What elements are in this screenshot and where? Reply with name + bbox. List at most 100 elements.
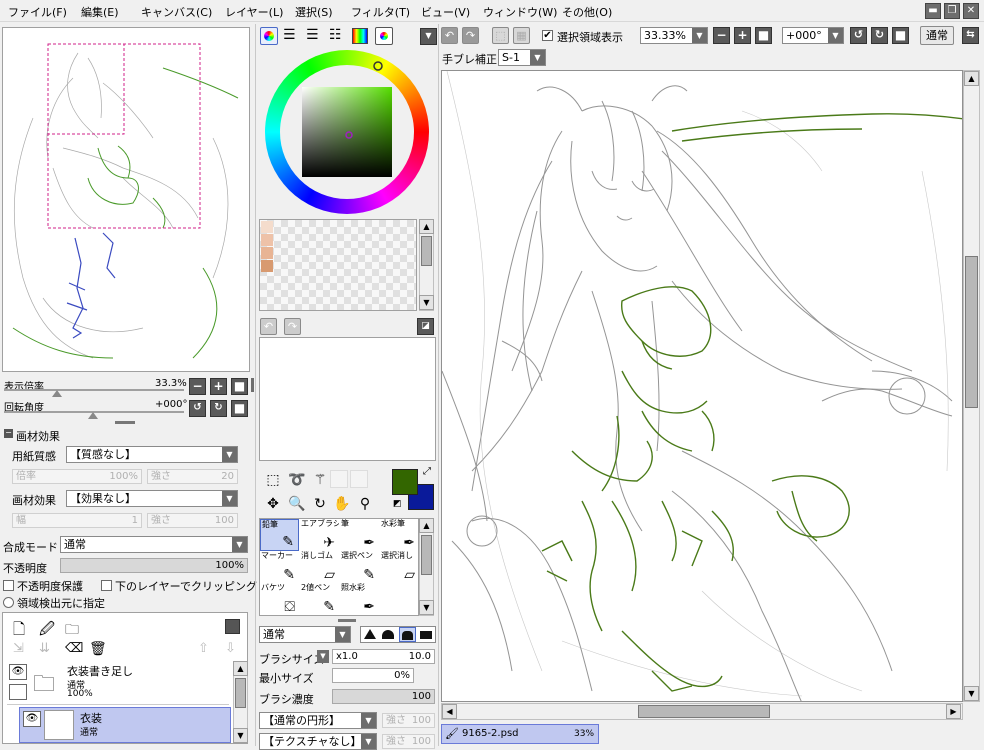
brush-slot[interactable]: 選択ペン ✎ — [340, 551, 379, 583]
brush-blend-dropdown[interactable]: 通常 ▼ — [259, 626, 351, 643]
density-slider[interactable]: 100 — [332, 689, 435, 704]
zoom-out-button[interactable]: − — [713, 27, 730, 44]
menu-edit[interactable]: 編集(E) — [81, 4, 119, 20]
nav-zoom-slider[interactable] — [4, 389, 184, 391]
canvas-vscroll-thumb[interactable] — [965, 256, 978, 408]
scroll-down-icon[interactable]: ▼ — [964, 686, 979, 701]
stabilizer-dropdown[interactable]: S-1 ▼ — [498, 49, 546, 66]
merge-down-icon[interactable]: ⇊ — [39, 641, 50, 656]
scratchpad-area[interactable] — [259, 337, 436, 461]
mixer-tab[interactable]: ☷ — [329, 27, 342, 43]
minimize-button[interactable]: ▬ — [925, 3, 941, 19]
swatch[interactable] — [261, 260, 273, 272]
transfer-down-icon[interactable]: ⇲ — [13, 641, 24, 656]
brush-slot[interactable]: 照水彩 ✒ — [340, 583, 379, 615]
scroll-down-icon[interactable]: ▼ — [419, 600, 434, 615]
scroll-left-icon[interactable]: ◀ — [442, 704, 457, 719]
opacity-slider[interactable]: 100% — [60, 558, 248, 573]
rgb-slider-tab[interactable]: ☰ — [283, 27, 296, 43]
rotation-dropdown[interactable]: +000° ▼ — [782, 27, 844, 44]
navigator-splitter[interactable] — [251, 378, 254, 392]
nav-rotate-right-button[interactable]: ↻ — [210, 400, 227, 417]
layer-scrollbar[interactable]: ▲ ▼ — [233, 661, 248, 743]
chevron-down-icon[interactable]: ▼ — [317, 650, 329, 663]
menu-layer[interactable]: レイヤー(L) — [225, 4, 283, 20]
brush-slot[interactable]: 選択消し ▱ — [380, 551, 419, 583]
scroll-right-icon[interactable]: ▶ — [946, 704, 961, 719]
brush-slot[interactable]: 鉛筆 ✎ — [260, 519, 299, 551]
canvas-vertical-scrollbar[interactable]: ▲ ▼ — [963, 70, 980, 702]
edge-soft-icon[interactable] — [382, 630, 394, 639]
scratch-undo-button[interactable]: ↶ — [260, 318, 277, 335]
restore-button[interactable]: ❐ — [944, 3, 960, 19]
nav-zoom-in-button[interactable]: + — [210, 378, 227, 395]
menu-filter[interactable]: フィルタ(T) — [351, 4, 410, 20]
show-selection-checkbox[interactable]: ✔ — [542, 30, 553, 41]
brush-texture-dropdown[interactable]: 【テクスチャなし】 ▼ — [259, 733, 377, 750]
brush-slot[interactable]: マーカー ✎ — [260, 551, 299, 583]
delete-layer-icon[interactable]: 🗑 — [89, 641, 107, 657]
swatch-tab[interactable] — [352, 28, 368, 44]
rotate-left-button[interactable]: ↺ — [850, 27, 867, 44]
menu-select[interactable]: 選択(S) — [295, 4, 333, 20]
scroll-up-icon[interactable]: ▲ — [419, 219, 434, 234]
scratch-clear-button[interactable]: ◪ — [417, 318, 434, 335]
edge-selected-icon[interactable] — [399, 627, 416, 642]
menu-file[interactable]: ファイル(F) — [8, 4, 67, 20]
navigator-preview[interactable] — [2, 27, 250, 372]
eye-icon[interactable]: 👁 — [23, 711, 41, 727]
brush-slot[interactable]: 2値ペン ✎ — [300, 583, 339, 615]
layer-up-icon[interactable]: ⇧ — [198, 641, 209, 656]
brush-scroll-thumb[interactable] — [421, 535, 432, 575]
menu-other[interactable]: その他(O) — [562, 4, 612, 20]
edge-hard-icon[interactable] — [364, 629, 376, 639]
swatch-grid[interactable] — [259, 219, 417, 311]
rotate-right-button[interactable]: ↻ — [871, 27, 888, 44]
layer-row[interactable]: 👁 🗀 衣装書き足し 通常 100% — [7, 661, 229, 705]
scroll-down-icon[interactable]: ▼ — [419, 295, 434, 310]
clipping-checkbox[interactable] — [101, 580, 112, 591]
menu-window[interactable]: ウィンドウ(W) — [483, 4, 557, 20]
brush-slot[interactable]: バケツ ⛋ — [260, 583, 299, 615]
zoom-in-button[interactable]: + — [734, 27, 751, 44]
scroll-up-icon[interactable]: ▲ — [419, 518, 434, 533]
scratchpad-tab[interactable] — [375, 27, 393, 45]
zoom-dropdown[interactable]: 33.33% ▼ — [640, 27, 708, 44]
brush-scrollbar[interactable]: ▲ ▼ — [419, 518, 434, 616]
layer-options-button[interactable] — [225, 619, 240, 634]
select-all-button[interactable]: ▦ — [513, 27, 530, 44]
swatch[interactable] — [261, 221, 273, 233]
canvas-hscroll-thumb[interactable] — [638, 705, 770, 718]
collapse-icon[interactable]: − — [4, 429, 13, 438]
eye-icon[interactable]: 👁 — [9, 664, 27, 680]
close-button[interactable]: ✕ — [963, 3, 979, 19]
swap-colors-icon[interactable]: ⤢ — [423, 466, 431, 477]
splitter-handle[interactable] — [115, 421, 135, 424]
new-folder-icon[interactable]: 🗀 — [65, 619, 79, 643]
color-wheel-tab[interactable] — [260, 27, 278, 45]
nav-rotation-slider-handle[interactable] — [88, 412, 98, 419]
edge-square-icon[interactable] — [420, 631, 432, 639]
nav-zoom-slider-handle[interactable] — [52, 390, 62, 397]
brush-shape-dropdown[interactable]: 【通常の円形】 ▼ — [259, 712, 377, 729]
brush-slot[interactable]: 水彩筆 ✒ — [380, 519, 419, 551]
redo-button[interactable]: ↷ — [462, 27, 479, 44]
paper-texture-dropdown[interactable]: 【質感なし】 ▼ — [66, 446, 238, 463]
view-mode-button[interactable]: 通常 — [920, 26, 954, 45]
scroll-up-icon[interactable]: ▲ — [233, 661, 248, 676]
nav-rotate-reset-button[interactable]: ■ — [231, 400, 248, 417]
flip-horizontal-button[interactable]: ⇆ — [962, 27, 979, 44]
menu-view[interactable]: ビュー(V) — [421, 4, 470, 20]
layer-scroll-thumb[interactable] — [235, 678, 246, 708]
swatch-scroll-thumb[interactable] — [421, 236, 432, 266]
protect-opacity-checkbox[interactable] — [3, 580, 14, 591]
blend-mode-dropdown[interactable]: 通常 ▼ — [60, 536, 248, 553]
splitter-handle[interactable] — [338, 619, 356, 622]
nav-rotate-left-button[interactable]: ↺ — [189, 400, 206, 417]
primary-color-box[interactable] — [392, 469, 418, 495]
menu-canvas[interactable]: キャンバス(C) — [141, 4, 212, 20]
hsv-slider-tab[interactable]: ☰ — [306, 27, 319, 43]
deselect-button[interactable]: ⬚ — [492, 27, 509, 44]
scroll-up-icon[interactable]: ▲ — [964, 71, 979, 86]
swatch[interactable] — [261, 234, 273, 246]
